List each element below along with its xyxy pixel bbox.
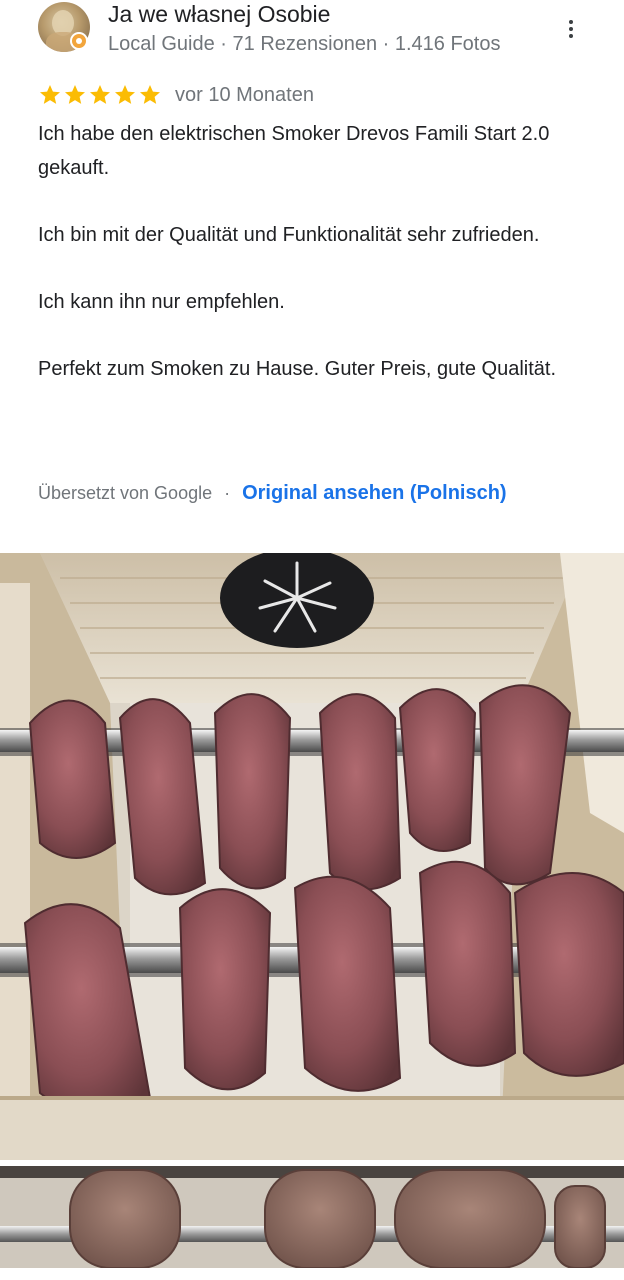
review-photo-2[interactable] bbox=[0, 1166, 624, 1268]
author-name[interactable]: Ja we własnej Osobie bbox=[108, 0, 330, 28]
review-time: vor 10 Monaten bbox=[175, 83, 314, 106]
star-icon bbox=[115, 85, 135, 104]
rating-row: vor 10 Monaten bbox=[38, 82, 314, 108]
star-icon bbox=[65, 85, 85, 104]
review-paragraph: Ich kann ihn nur empfehlen. bbox=[38, 291, 285, 313]
star-icon bbox=[90, 85, 110, 104]
photo-sausages-closeup bbox=[0, 1166, 624, 1268]
review-photo-1[interactable] bbox=[0, 553, 624, 1160]
separator-dot: · bbox=[224, 482, 231, 503]
more-vert-icon[interactable] bbox=[556, 14, 586, 44]
photo-smoker-sausages bbox=[0, 553, 624, 1160]
translation-row: Übersetzt von Google · Original ansehen … bbox=[38, 478, 507, 508]
review-text: Ich habe den elektrischen Smoker Drevos … bbox=[38, 117, 598, 386]
star-icon bbox=[140, 85, 160, 104]
review-paragraph: Ich habe den elektrischen Smoker Drevos … bbox=[38, 123, 550, 179]
star-icon bbox=[40, 85, 60, 104]
translated-by-label: Übersetzt von Google bbox=[38, 482, 213, 503]
review-paragraph: Ich bin mit der Qualität und Funktionali… bbox=[38, 224, 540, 246]
review-paragraph: Perfekt zum Smoken zu Hause. Guter Preis… bbox=[38, 358, 557, 380]
view-original-link[interactable]: Original ansehen (Polnisch) bbox=[242, 482, 507, 505]
local-guide-badge-icon bbox=[70, 32, 88, 50]
review-header: Ja we własnej Osobie Local Guide · 71 Re… bbox=[0, 0, 624, 80]
author-meta: Local Guide · 71 Rezensionen · 1.416 Fot… bbox=[108, 33, 501, 55]
star-rating bbox=[38, 83, 162, 107]
